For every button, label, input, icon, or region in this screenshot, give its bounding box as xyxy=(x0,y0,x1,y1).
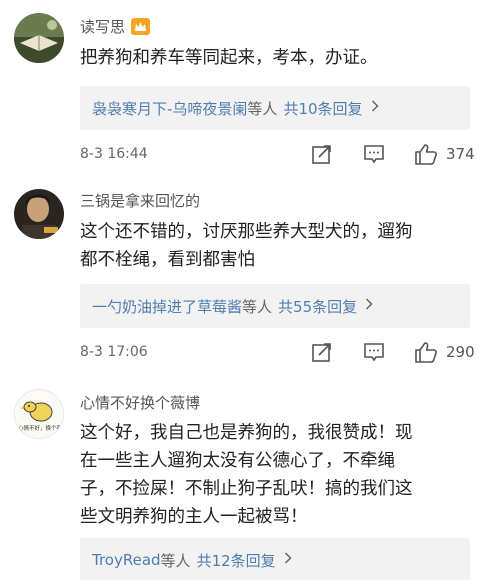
comment-line: 在一些主人遛狗太没有公德心了，不牵绳 xyxy=(80,451,395,471)
comment-line: 子，不捡屎！不制止狗子乱吠！搞的我们这 xyxy=(80,479,413,499)
chevron-right-icon xyxy=(371,100,379,116)
reply-mid: 等人 xyxy=(247,99,278,118)
comment-button[interactable] xyxy=(363,341,385,363)
thumbs-up-icon xyxy=(415,144,437,165)
reply-count[interactable]: 共10条回复 xyxy=(283,98,362,119)
reply-users[interactable]: TroyRead xyxy=(92,551,161,569)
avatar[interactable] xyxy=(14,189,64,239)
like-button[interactable]: 374 xyxy=(414,143,475,165)
like-count: 374 xyxy=(446,145,475,163)
username[interactable]: 心情不好换个薇博 xyxy=(80,392,200,413)
comment-text: 这个还不错的，讨厌那些养大型犬的，遛狗 都不栓绳，看到都害怕 xyxy=(80,218,475,274)
chevron-right-icon xyxy=(365,298,373,314)
reply-mid: 等人 xyxy=(160,551,191,570)
chevron-right-icon xyxy=(284,552,292,568)
comment-line: 把养狗和养车等同起来，考本，办证。 xyxy=(80,48,378,68)
comment-text: 这个好，我自己也是养狗的，我很赞成！现 在一些主人遛狗太没有公德心了，不牵绳 子… xyxy=(80,419,475,531)
share-button[interactable] xyxy=(311,143,333,165)
reply-count[interactable]: 共55条回复 xyxy=(278,296,357,317)
vip-badge-icon xyxy=(131,18,151,35)
timestamp: 8-3 16:44 xyxy=(80,146,148,162)
comment-line: 些文明养狗的主人一起被骂！ xyxy=(80,507,308,527)
reply-summary[interactable]: 一勺奶油掉进了草莓酱 等人 共55条回复 xyxy=(80,284,470,328)
share-button[interactable] xyxy=(311,341,333,363)
reply-summary[interactable]: 袅袅寒月下-乌啼夜景阑 等人 共10条回复 xyxy=(80,86,470,130)
comment-item: 读写思 把养狗和养车等同起来，考本，办证。 袅袅寒月下-乌啼夜景阑 等人 共10… xyxy=(0,0,485,170)
comment-line: 这个还不错的，讨厌那些养大型犬的，遛狗 xyxy=(80,222,413,242)
timestamp: 8-3 17:06 xyxy=(80,344,148,360)
reply-mid: 等人 xyxy=(242,297,273,316)
comment-text: 把养狗和养车等同起来，考本，办证。 xyxy=(80,44,475,72)
avatar[interactable] xyxy=(14,13,64,63)
reply-users[interactable]: 一勺奶油掉进了草莓酱 xyxy=(92,296,242,317)
share-icon xyxy=(312,343,331,362)
comment-line: 都不栓绳，看到都害怕 xyxy=(80,250,255,270)
username[interactable]: 三锅是拿来回忆的 xyxy=(80,190,200,211)
reply-users[interactable]: 袅袅寒月下-乌啼夜景阑 xyxy=(92,98,247,119)
reply-count[interactable]: 共12条回复 xyxy=(197,550,276,571)
share-icon xyxy=(312,145,331,164)
comment-icon xyxy=(364,145,384,164)
comment-item: 三锅是拿来回忆的 这个还不错的，讨厌那些养大型犬的，遛狗 都不栓绳，看到都害怕 … xyxy=(0,170,485,365)
like-button[interactable]: 290 xyxy=(414,341,475,363)
comment-line: 这个好，我自己也是养狗的，我很赞成！现 xyxy=(80,423,413,443)
username[interactable]: 读写思 xyxy=(80,16,125,37)
comment-button[interactable] xyxy=(363,143,385,165)
thumbs-up-icon xyxy=(415,342,437,363)
comment-meta: 8-3 16:44 374 xyxy=(80,143,475,167)
reply-summary[interactable]: TroyRead 等人 共12条回复 xyxy=(80,538,470,580)
comment-item: 心情不好，换个薇 心情不好换个薇博 这个好，我自己也是养狗的，我很赞成！现 在一… xyxy=(0,365,485,580)
like-count: 290 xyxy=(446,343,475,361)
comment-icon xyxy=(364,343,384,362)
avatar-caption: 心情不好，换个薇 xyxy=(18,424,63,432)
comment-meta: 8-3 17:06 290 xyxy=(80,341,475,365)
avatar[interactable]: 心情不好，换个薇 xyxy=(14,389,64,439)
